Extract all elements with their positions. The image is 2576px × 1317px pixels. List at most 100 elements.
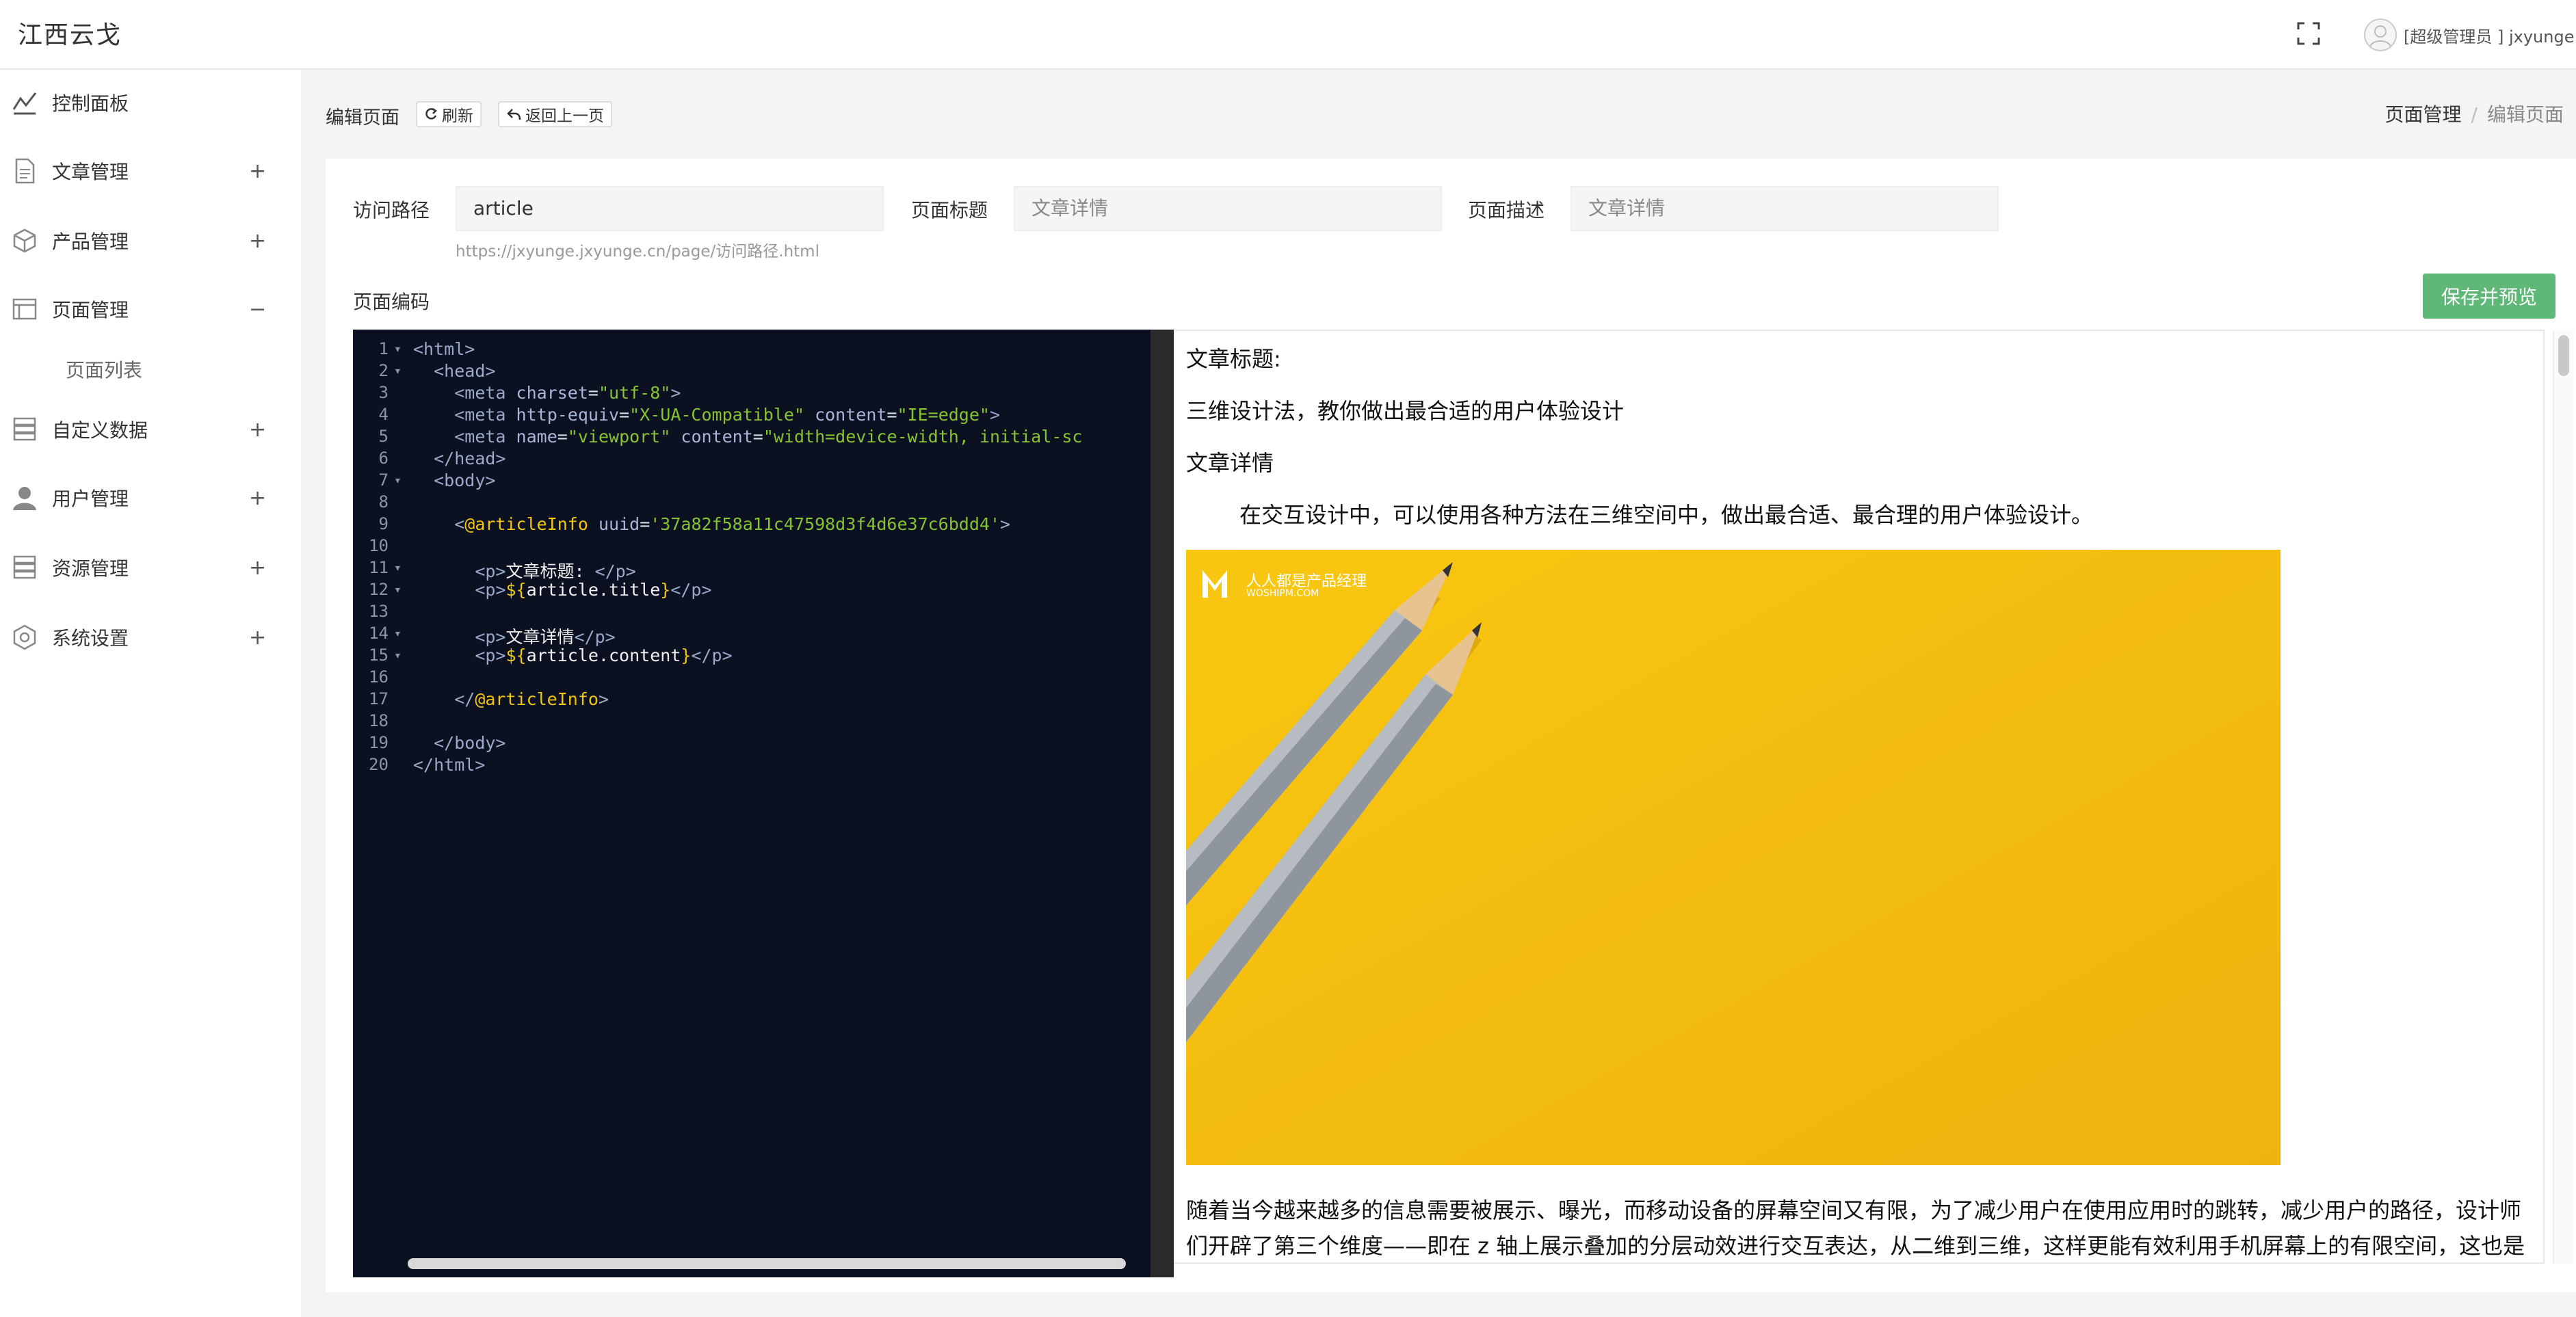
fullscreen-icon[interactable] [2297, 22, 2320, 45]
expand-icon[interactable]: + [249, 486, 266, 510]
line-number: 5 [378, 427, 389, 446]
preview-intro: 在交互设计中，可以使用各种方法在三维空间中，做出最合适、最合理的用户体验设计。 [1239, 502, 2094, 528]
code-text: </html> [413, 755, 486, 775]
line-number: 14 [369, 624, 389, 643]
code-line[interactable]: 11 ▾ <p>文章标题: </p> [353, 558, 1151, 581]
sidebar-item-custom-data[interactable]: 自定义数据 + [0, 402, 301, 457]
title-input[interactable]: 文章详情 [1014, 186, 1442, 231]
line-number: 15 [369, 646, 389, 665]
top-bar: 江西云戈 [超级管理员 ] jxyunge [0, 0, 2576, 70]
line-number: 11 [369, 558, 389, 577]
code-text: <head> [434, 361, 496, 381]
code-line[interactable]: 2 ▾ <head> [353, 361, 1151, 383]
sidebar-item-label: 页面管理 [52, 299, 129, 321]
fold-arrow-icon[interactable]: ▾ [394, 473, 402, 488]
description-input[interactable]: 文章详情 [1570, 186, 1999, 231]
line-number: 20 [369, 755, 389, 774]
expand-icon[interactable]: + [249, 418, 266, 442]
fold-arrow-icon[interactable]: ▾ [394, 648, 402, 663]
save-preview-button[interactable]: 保存并预览 [2423, 274, 2555, 319]
sidebar-item-products[interactable]: 产品管理 + [0, 213, 301, 268]
code-line[interactable]: 12 ▾ <p>${article.title}</p> [353, 580, 1151, 602]
breadcrumb: 页面管理 / 编辑页面 [2385, 100, 2564, 127]
expand-icon[interactable]: + [249, 556, 266, 580]
code-line[interactable]: 6 </head> [353, 449, 1151, 470]
code-text: <@articleInfo uuid='37a82f58a11c47598d3f… [454, 514, 1011, 534]
document-icon [11, 157, 38, 185]
code-text: </@articleInfo> [454, 689, 609, 709]
refresh-button[interactable]: 刷新 [416, 101, 482, 127]
user-menu[interactable]: [超级管理员 ] jxyunge [2364, 18, 2574, 52]
database-icon [11, 416, 38, 443]
user-label: [超级管理员 ] jxyunge [2404, 27, 2575, 46]
scrollbar-thumb[interactable] [2558, 335, 2569, 376]
fold-arrow-icon[interactable]: ▾ [394, 626, 402, 641]
code-line[interactable]: 1 ▾ <html> [353, 339, 1151, 361]
sidebar-item-settings[interactable]: 系统设置 + [0, 610, 301, 665]
code-line[interactable]: 13 [353, 602, 1151, 624]
code-line[interactable]: 17 </@articleInfo> [353, 689, 1151, 711]
code-line[interactable]: 16 [353, 667, 1151, 689]
line-number: 1 [378, 339, 389, 358]
back-label: 返回上一页 [525, 107, 604, 124]
code-line[interactable]: 10 [353, 536, 1151, 558]
sidebar-item-page-list[interactable]: 页面列表 [0, 342, 301, 397]
code-text: <p>文章详情</p> [475, 627, 616, 647]
code-line[interactable]: 9 <@articleInfo uuid='37a82f58a11c47598d… [353, 514, 1151, 536]
breadcrumb-parent[interactable]: 页面管理 [2385, 103, 2462, 126]
sidebar-item-dashboard[interactable]: 控制面板 [0, 75, 301, 130]
preview-body: 随着当今越来越多的信息需要被展示、曝光，而移动设备的屏幕空间又有限，为了减少用户… [1186, 1197, 2525, 1259]
expand-icon[interactable]: + [249, 626, 266, 650]
fold-arrow-icon[interactable]: ▾ [394, 342, 402, 356]
expand-icon[interactable]: + [249, 229, 266, 253]
line-number: 12 [369, 580, 389, 599]
code-line[interactable]: 18 [353, 711, 1151, 733]
sidebar-item-label: 产品管理 [52, 230, 129, 253]
edit-panel: 访问路径 article https://jxyunge.jxyunge.cn/… [326, 159, 2576, 1292]
line-number: 2 [378, 361, 389, 380]
sidebar-item-users[interactable]: 用户管理 + [0, 470, 301, 525]
editor-gutter-divider[interactable] [1151, 330, 1174, 1277]
code-line[interactable]: 20 </html> [353, 755, 1151, 777]
pencils-image [1186, 550, 2281, 1165]
fold-arrow-icon[interactable]: ▾ [394, 583, 402, 597]
code-line[interactable]: 14 ▾ <p>文章详情</p> [353, 624, 1151, 647]
description-label: 页面描述 [1468, 199, 1545, 222]
code-line[interactable]: 4 <meta http-equiv="X-UA-Compatible" con… [353, 405, 1151, 427]
line-number: 18 [369, 711, 389, 730]
line-number: 17 [369, 689, 389, 708]
fold-arrow-icon[interactable]: ▾ [394, 561, 402, 575]
code-line[interactable]: 3 <meta charset="utf-8"> [353, 383, 1151, 405]
preview-scrollbar[interactable] [2553, 331, 2573, 1264]
path-input[interactable]: article [456, 186, 884, 231]
code-text: <meta name="viewport" content="width=dev… [454, 427, 1083, 447]
preview-detail-label: 文章详情 [1186, 450, 1274, 476]
expand-icon[interactable]: + [249, 159, 266, 183]
back-button[interactable]: 返回上一页 [498, 101, 612, 127]
code-text: <p>${article.title}</p> [475, 580, 712, 600]
line-number: 9 [378, 514, 389, 533]
code-line[interactable]: 7 ▾ <body> [353, 470, 1151, 492]
path-hint: https://jxyunge.jxyunge.cn/page/访问路径.htm… [456, 243, 819, 261]
sidebar-item-resources[interactable]: 资源管理 + [0, 540, 301, 595]
page-title: 编辑页面 [326, 107, 399, 129]
sidebar-item-label: 资源管理 [52, 557, 129, 580]
code-line[interactable]: 8 [353, 492, 1151, 514]
line-number: 6 [378, 449, 389, 468]
preview-article-title: 三维设计法，教你做出最合适的用户体验设计 [1186, 398, 1625, 424]
code-line[interactable]: 5 <meta name="viewport" content="width=d… [353, 427, 1151, 449]
sidebar-item-articles[interactable]: 文章管理 + [0, 144, 301, 198]
code-editor[interactable]: 20 </html> 19 </body> 18 17 </@articleInfo> 1… [353, 330, 1151, 1277]
fold-arrow-icon[interactable]: ▾ [394, 364, 402, 378]
code-line[interactable]: 15 ▾ <p>${article.content}</p> [353, 646, 1151, 667]
line-number: 19 [369, 733, 389, 752]
horizontal-scrollbar[interactable] [408, 1258, 1126, 1269]
collapse-icon[interactable]: − [249, 297, 266, 321]
sidebar-subitem-label: 页面列表 [66, 359, 143, 382]
sidebar-item-pages[interactable]: 页面管理 − [0, 282, 301, 336]
article-image: 人人都是产品经理 WOSHIPM.COM [1186, 550, 2281, 1165]
sidebar: 控制面板 文章管理 + 产品管理 + 页面管理 − 页面列表 自定义数据 + 用… [0, 70, 301, 1317]
sidebar-item-label: 文章管理 [52, 161, 129, 183]
line-number: 10 [369, 536, 389, 555]
code-line[interactable]: 19 </body> [353, 733, 1151, 755]
